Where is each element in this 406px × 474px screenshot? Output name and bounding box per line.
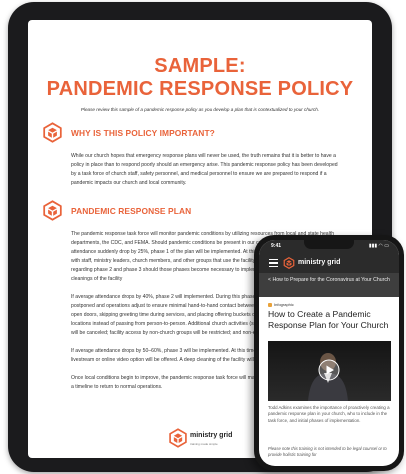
content-type-tag: Infographic	[268, 302, 294, 307]
status-time: 9:41	[271, 243, 282, 249]
footer-brand-tagline: training made simple	[190, 442, 218, 446]
footer-brand-name: ministry grid	[190, 432, 233, 439]
section-heading-why: WHY IS THIS POLICY IMPORTANT?	[28, 122, 372, 144]
section-heading-plan: PANDEMIC RESPONSE PLAN	[28, 200, 372, 222]
phone-device: 9:41 ▮▮▮ ◠ ▭ ministry grid < How to Prep…	[254, 235, 404, 471]
ministry-grid-logo-icon[interactable]	[283, 257, 295, 269]
hamburger-menu-icon[interactable]	[269, 259, 278, 268]
document-title-line2: PANDEMIC RESPONSE POLICY	[46, 78, 354, 100]
infographic-icon	[268, 302, 272, 307]
disclaimer-note: Please note this training is not intende…	[268, 446, 387, 457]
article-title: How to Create a Pandemic Response Plan f…	[268, 309, 389, 330]
phone-screen: 9:41 ▮▮▮ ◠ ▭ ministry grid < How to Prep…	[259, 240, 399, 466]
paragraph: While our church hopes that emergency re…	[71, 153, 338, 186]
breadcrumb-label: < How to Prepare for the Coronavirus at …	[268, 277, 390, 283]
section-heading-text: WHY IS THIS POLICY IMPORTANT?	[71, 128, 215, 138]
status-icons: ▮▮▮ ◠ ▭	[368, 243, 389, 249]
article-description: Todd Adkins examines the importance of p…	[268, 405, 390, 423]
ministry-grid-hexagon-icon	[43, 200, 62, 221]
app-brand-name[interactable]: ministry grid	[298, 259, 340, 266]
play-icon[interactable]	[318, 359, 340, 381]
document-footer-logo: ministry grid training made simple	[168, 428, 238, 452]
video-player[interactable]	[268, 341, 391, 401]
ministry-grid-logo-icon	[169, 428, 187, 448]
ministry-grid-hexagon-icon	[43, 122, 62, 143]
content-type-label: Infographic	[274, 302, 294, 307]
back-breadcrumb[interactable]: < How to Prepare for the Coronavirus at …	[259, 273, 399, 297]
document-title-line1: SAMPLE:	[154, 55, 246, 77]
section-heading-text: PANDEMIC RESPONSE PLAN	[71, 206, 192, 216]
app-header: ministry grid	[259, 253, 399, 273]
phone-notch	[304, 240, 354, 249]
document-subtitle: Please review this sample of a pandemic …	[80, 107, 320, 112]
